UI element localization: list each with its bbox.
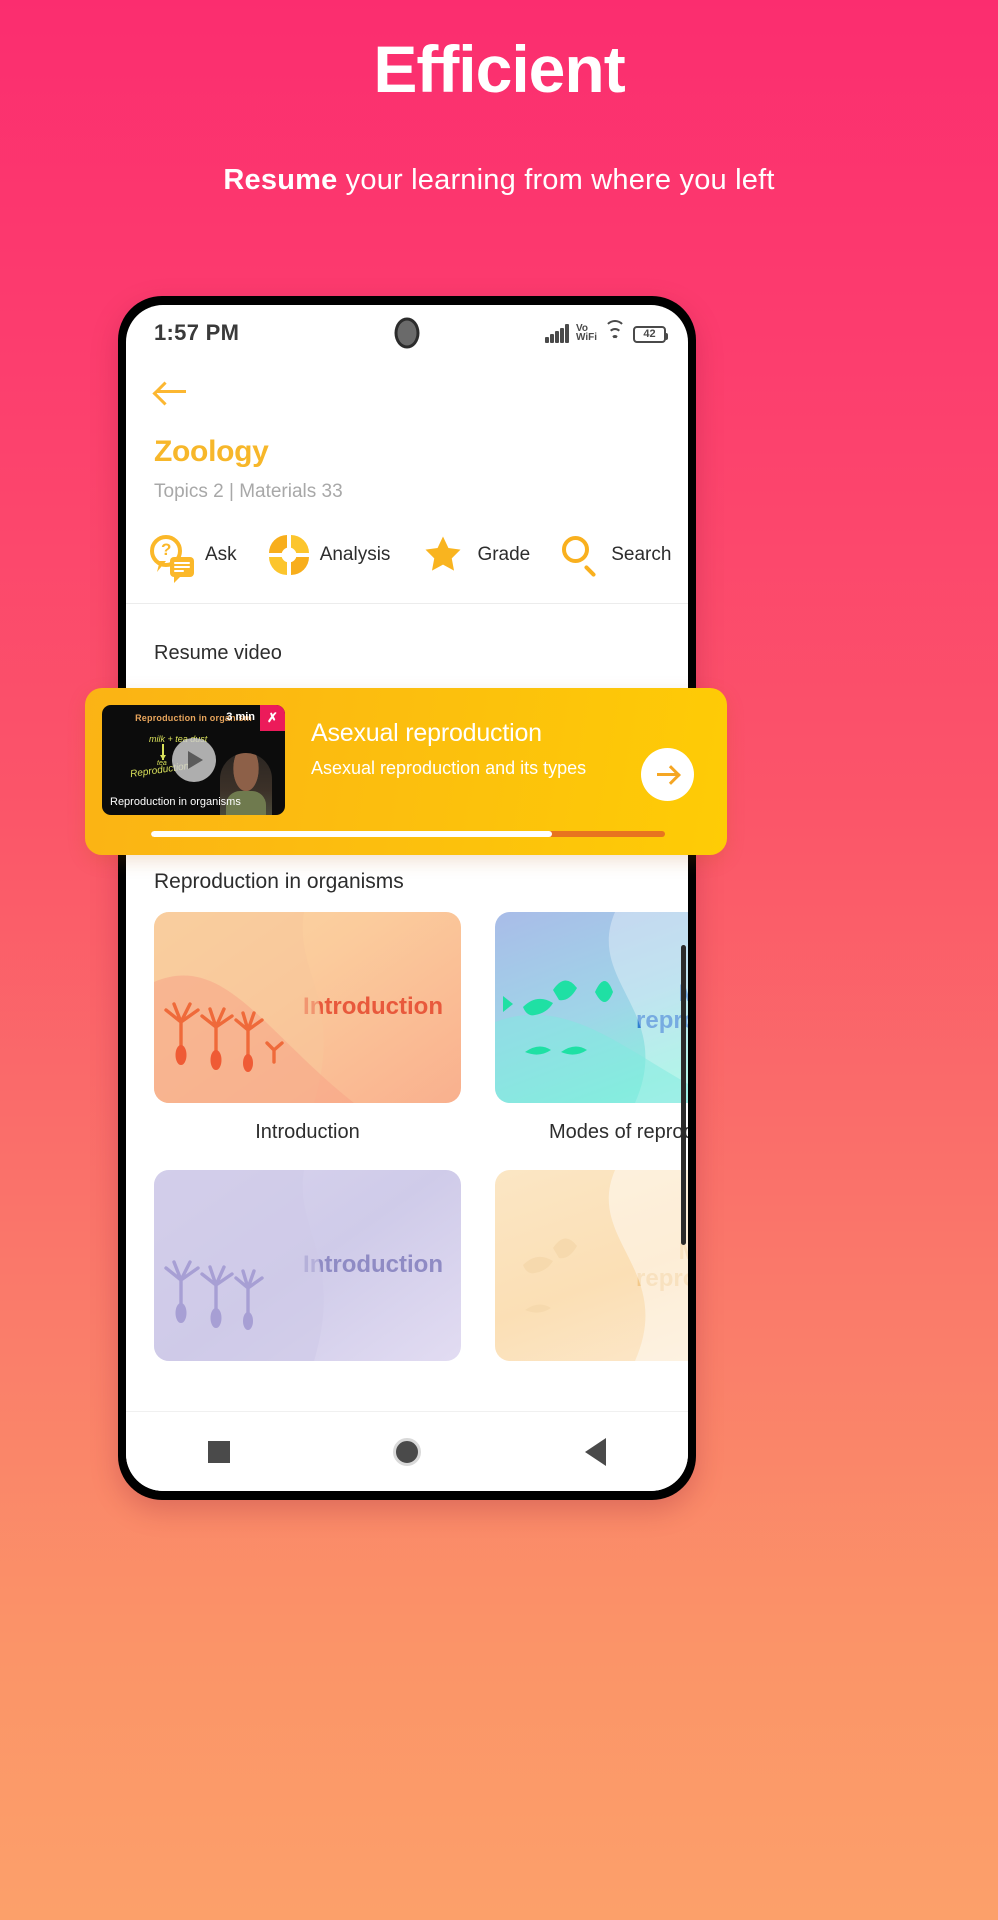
recents-square-icon[interactable] — [207, 1440, 230, 1463]
action-ask[interactable]: ? Ask — [150, 533, 237, 577]
home-circle-icon[interactable] — [393, 1437, 422, 1466]
vertical-scrollbar[interactable] — [681, 945, 686, 1245]
thumbnail-caption: Reproduction in organisms — [110, 796, 241, 808]
action-label-ask: Ask — [205, 544, 237, 565]
front-camera-punchhole-icon — [394, 317, 420, 349]
action-label-analysis: Analysis — [319, 544, 391, 565]
back-triangle-icon[interactable] — [585, 1437, 607, 1466]
search-icon — [562, 536, 600, 578]
tile-illustration-coral — [154, 912, 461, 1103]
tile-illustration-fish — [495, 912, 688, 1103]
video-progress-fill — [151, 831, 552, 837]
resume-video-title: Asexual reproduction — [311, 719, 542, 747]
promo-subtitle-rest: your learning from where you left — [337, 164, 775, 196]
thumbnail-arrow-mark — [160, 744, 165, 760]
action-bar: ? Ask Analysis Grade Search — [126, 503, 688, 604]
back-arrow-icon[interactable] — [154, 379, 188, 405]
video-progress-bar[interactable] — [151, 831, 665, 837]
brand-logo-icon — [260, 705, 285, 731]
resume-go-arrow-right-icon[interactable] — [641, 748, 694, 801]
topics-grid-row-1: Introduction Introduction repr Modes of … — [126, 894, 688, 1144]
subject-header: Zoology Topics 2 | Materials 33 — [126, 405, 688, 503]
promo-header: Efficient Resume your learning from wher… — [0, 0, 998, 197]
topic-tile-modes-2[interactable]: Modes of reproduction — [495, 1170, 688, 1361]
vowifi-label: Vo WiFi — [575, 323, 597, 343]
topic-cell[interactable]: Modes of reproduction — [495, 1170, 688, 1361]
resume-section-label: Resume video — [154, 642, 282, 664]
video-duration-badge: 3 min — [226, 711, 255, 723]
wifi-icon — [604, 319, 626, 343]
topic-tile-introduction[interactable]: Introduction — [154, 912, 461, 1103]
action-grade[interactable]: Grade — [422, 533, 530, 577]
topic-caption: Modes of reproduction — [548, 1121, 688, 1143]
action-analysis[interactable]: Analysis — [268, 535, 391, 575]
status-icons: Vo WiFi 42 — [545, 319, 668, 343]
topic-cell[interactable]: Introduction — [154, 1170, 461, 1361]
promo-subtitle-bold: Resume — [223, 164, 338, 196]
tile-illustration-coral-2 — [154, 1170, 461, 1361]
signal-bars-icon — [545, 323, 569, 343]
phone-frame: 1:57 PM Vo WiFi 42 Zoology Topics 2 | Ma… — [118, 296, 696, 1500]
battery-icon: 42 — [633, 325, 668, 343]
thumbnail-heading: Reproduction in organism — [135, 713, 252, 723]
page-title: Zoology — [154, 435, 269, 468]
app-bar — [126, 361, 688, 405]
topic-cell[interactable]: Modes of reproduction Modes of reproduct… — [495, 912, 688, 1144]
subject-meta: Topics 2 | Materials 33 — [154, 481, 343, 502]
topic-tile-modes[interactable]: Modes of reproduction — [495, 912, 688, 1103]
video-thumbnail[interactable]: Reproduction in organism milk + tea dust… — [102, 705, 285, 815]
vowifi-line2: WiFi — [575, 332, 597, 343]
star-icon — [422, 533, 466, 577]
promo-subtitle: Resume your learning from where you left — [0, 164, 998, 197]
status-time: 1:57 PM — [154, 320, 240, 345]
promo-title: Efficient — [373, 32, 625, 106]
action-label-search: Search — [611, 544, 672, 565]
action-search[interactable]: Search — [562, 536, 672, 578]
topics-grid-row-2: Introduction repr — [126, 1144, 688, 1361]
action-label-grade: Grade — [477, 544, 531, 565]
resume-video-card[interactable]: Reproduction in organism milk + tea dust… — [85, 688, 727, 855]
pie-chart-icon — [268, 535, 309, 575]
ask-question-icon: ? — [150, 533, 194, 577]
tile-illustration-fish-2 — [495, 1170, 688, 1361]
topics-heading: Reproduction in organisms — [154, 870, 404, 893]
topic-caption: Introduction — [255, 1121, 360, 1143]
play-icon[interactable] — [171, 738, 216, 782]
android-nav-bar — [126, 1411, 688, 1491]
topic-cell[interactable]: Introduction Introduction — [154, 912, 461, 1144]
phone-screen: 1:57 PM Vo WiFi 42 Zoology Topics 2 | Ma… — [126, 305, 688, 1491]
status-bar: 1:57 PM Vo WiFi 42 — [126, 305, 688, 361]
battery-level: 42 — [643, 328, 656, 340]
topic-tile-introduction-2[interactable]: Introduction — [154, 1170, 461, 1361]
